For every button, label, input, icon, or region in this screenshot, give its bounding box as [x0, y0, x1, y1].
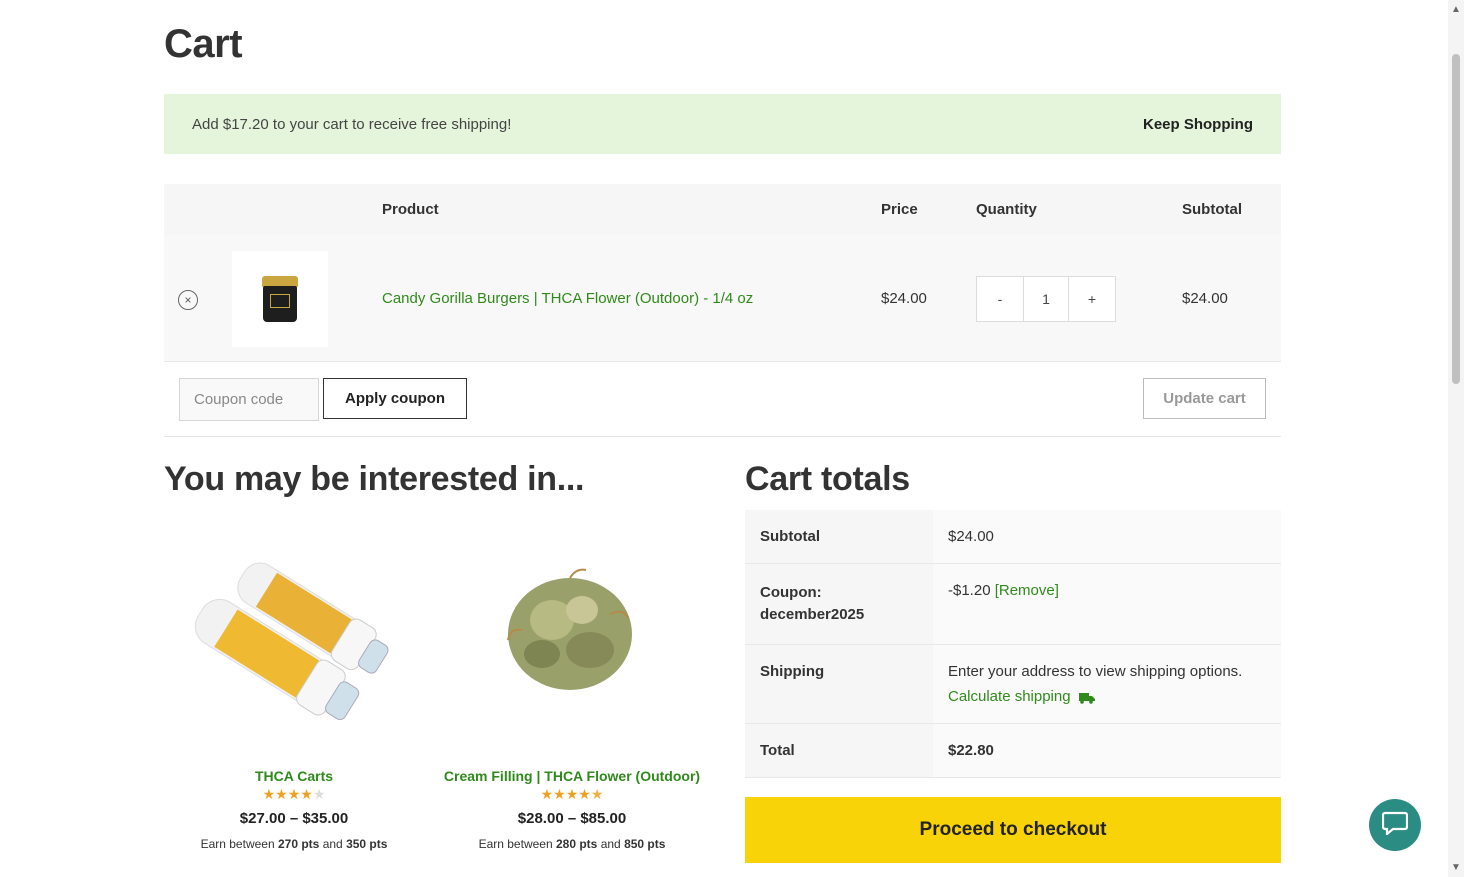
related-products-title: You may be interested in...	[164, 460, 585, 498]
points-text: Earn between 280 pts and 850 pts	[478, 837, 666, 851]
scroll-down-arrow-icon[interactable]: ▼	[1450, 863, 1462, 873]
quantity-increase-button[interactable]: +	[1069, 277, 1115, 321]
star-icon: ★	[578, 786, 591, 802]
star-icon: ★	[565, 786, 579, 802]
related-product-title[interactable]: Cream Filling | THCA Flower (Outdoor)	[442, 768, 702, 784]
product-thumbnail[interactable]	[232, 251, 328, 347]
quantity-stepper: - 1 +	[976, 276, 1116, 322]
remove-coupon-link[interactable]: [Remove]	[995, 582, 1059, 599]
cart-totals-table: Subtotal $24.00 Coupon: december2025 -$1…	[745, 510, 1281, 778]
item-price: $24.00	[881, 290, 927, 307]
free-shipping-notice: Add $17.20 to your cart to receive free …	[164, 94, 1281, 154]
header-quantity: Quantity	[976, 201, 1037, 218]
truck-icon	[1078, 691, 1095, 704]
cart-actions: Coupon code Apply coupon Update cart	[164, 362, 1281, 437]
totals-coupon-row: Coupon: december2025 -$1.20 [Remove]	[745, 564, 1281, 645]
star-icon: ★	[262, 786, 276, 802]
cart-item-row: × Candy Gorilla Burgers | THCA Flower (O…	[164, 235, 1281, 362]
quantity-input[interactable]: 1	[1023, 277, 1069, 321]
page-scrollbar[interactable]: ▲ ▼	[1448, 0, 1464, 877]
cart-table-header: Product Price Quantity Subtotal	[164, 184, 1281, 235]
star-rating: ★★★★★	[442, 786, 702, 804]
totals-subtotal-row: Subtotal $24.00	[745, 510, 1281, 564]
subtotal-label: Subtotal	[745, 510, 933, 563]
cream-filling-image[interactable]	[442, 530, 702, 760]
related-product-card[interactable]: THCA Carts ★★★★★ $27.00 – $35.00 Earn be…	[164, 530, 424, 851]
cart-totals-title: Cart totals	[745, 460, 910, 498]
remove-circle-icon: ×	[184, 293, 192, 307]
related-product-price: $27.00 – $35.00	[239, 810, 349, 827]
shipping-text: Enter your address to view shipping opti…	[948, 663, 1243, 680]
page-title: Cart	[164, 22, 243, 66]
half-star-icon: ★	[590, 786, 604, 802]
remove-item-button[interactable]: ×	[178, 290, 198, 310]
header-product: Product	[382, 201, 439, 218]
totals-total-row: Total $22.80	[745, 724, 1281, 778]
thca-carts-image[interactable]	[164, 530, 424, 760]
coupon-code-input[interactable]: Coupon code	[179, 378, 319, 421]
apply-coupon-button[interactable]: Apply coupon	[323, 378, 467, 419]
total-label: Total	[745, 724, 933, 777]
star-icon: ★	[275, 786, 288, 802]
star-icon: ★	[287, 786, 301, 802]
notice-text: Add $17.20 to your cart to receive free …	[192, 115, 512, 133]
related-product-price: $28.00 – $85.00	[517, 810, 627, 827]
scroll-up-arrow-icon[interactable]: ▲	[1450, 5, 1462, 15]
total-value: $22.80	[933, 724, 1281, 777]
header-subtotal: Subtotal	[1182, 201, 1242, 218]
calculate-shipping-link[interactable]: Calculate shipping	[948, 688, 1266, 705]
update-cart-button[interactable]: Update cart	[1143, 378, 1266, 419]
product-jar-icon	[262, 276, 298, 322]
shipping-label: Shipping	[745, 645, 933, 723]
star-icon: ★	[300, 786, 313, 802]
star-icon: ★	[540, 786, 554, 802]
header-price: Price	[881, 201, 918, 218]
chat-bubble-icon	[1381, 811, 1409, 840]
coupon-label: Coupon: december2025	[745, 564, 933, 644]
quantity-decrease-button[interactable]: -	[977, 277, 1023, 321]
chat-button[interactable]	[1369, 799, 1421, 851]
related-product-card[interactable]: Cream Filling | THCA Flower (Outdoor) ★★…	[442, 530, 702, 851]
proceed-to-checkout-button[interactable]: Proceed to checkout	[745, 797, 1281, 863]
totals-shipping-row: Shipping Enter your address to view ship…	[745, 645, 1281, 724]
product-name-link[interactable]: Candy Gorilla Burgers | THCA Flower (Out…	[382, 290, 753, 307]
item-subtotal: $24.00	[1182, 290, 1228, 307]
points-text: Earn between 270 pts and 350 pts	[200, 837, 388, 851]
scrollbar-thumb[interactable]	[1452, 54, 1460, 384]
keep-shopping-link[interactable]: Keep Shopping	[1143, 116, 1253, 133]
related-product-title[interactable]: THCA Carts	[164, 768, 424, 784]
subtotal-value: $24.00	[933, 510, 1281, 563]
coupon-value: -$1.20 [Remove]	[933, 564, 1281, 644]
star-rating: ★★★★★	[164, 786, 424, 804]
shipping-value: Enter your address to view shipping opti…	[933, 645, 1281, 723]
cart-table: Product Price Quantity Subtotal × Candy …	[164, 184, 1281, 362]
star-icon: ★	[553, 786, 566, 802]
star-icon: ★	[312, 786, 326, 802]
